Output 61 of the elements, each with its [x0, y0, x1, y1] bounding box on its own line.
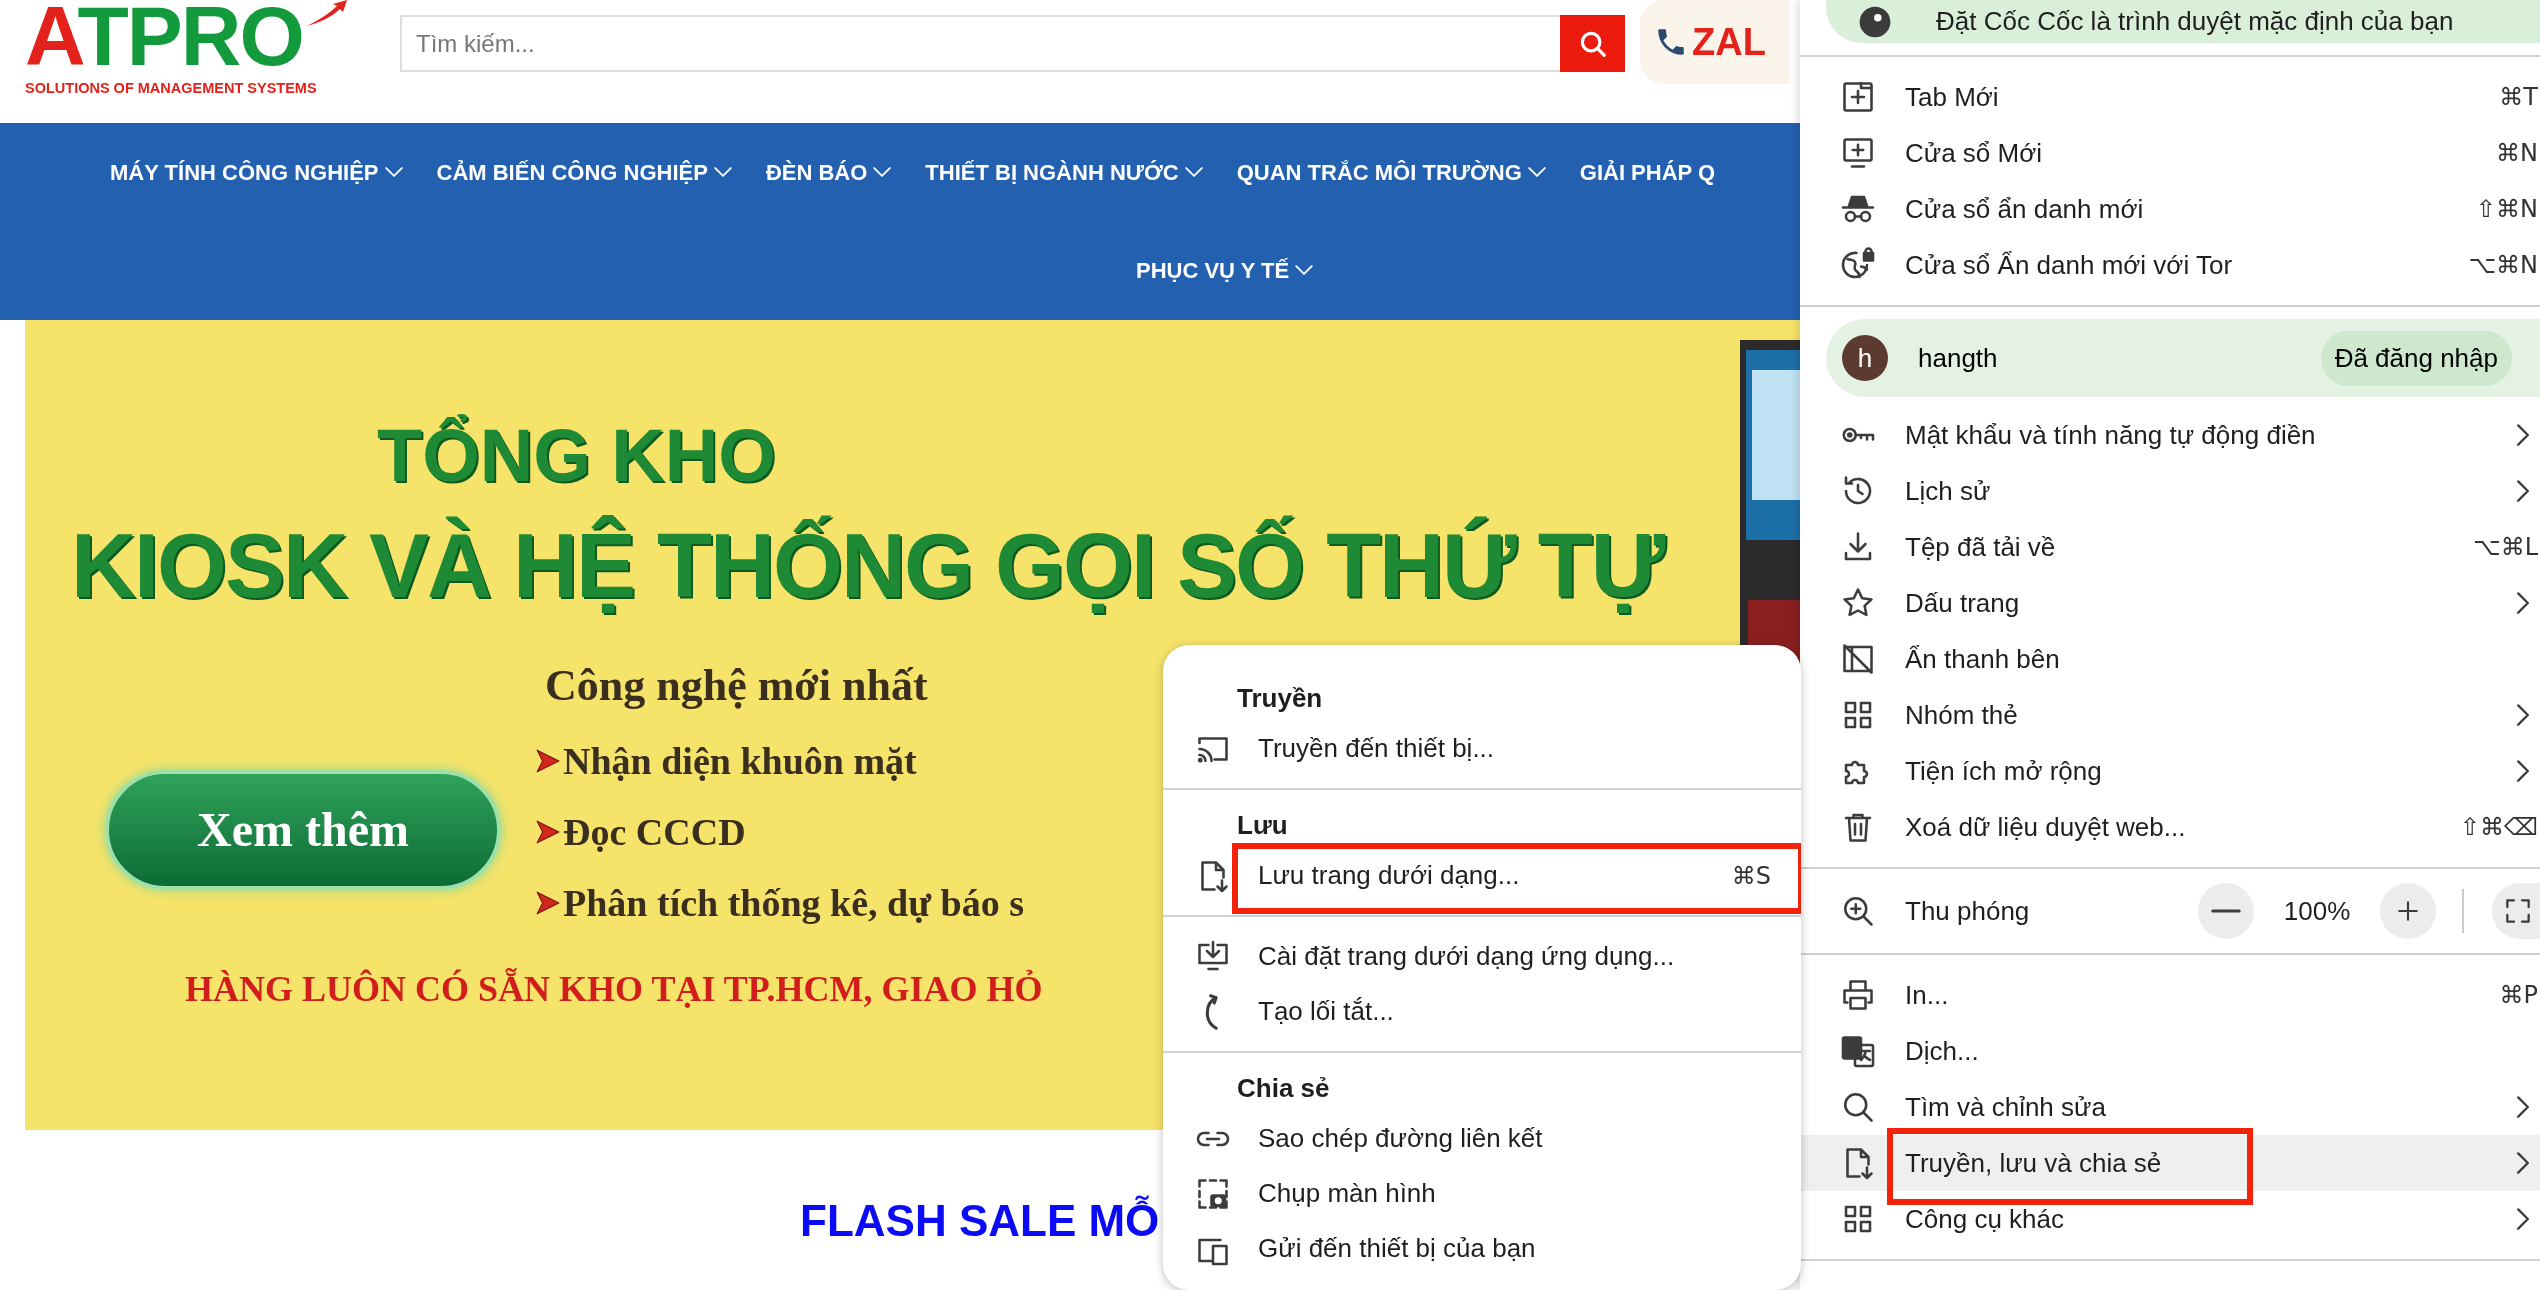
zoom-value: 100% [2282, 894, 2352, 928]
menu-item[interactable]: Sao chép đường liên kết [1163, 1111, 1801, 1166]
nav-link[interactable]: QUAN TRẮC MÔI TRƯỜNG [1236, 155, 1546, 189]
banner-footer-text: HÀNG LUÔN CÓ SẴN KHO TẠI TP.HCM, GIAO HỎ [185, 967, 1043, 1011]
menu-item[interactable]: Tệp đã tải về ⌥⌘L [1800, 519, 2540, 575]
zoom-label: Thu phóng [1905, 894, 2031, 928]
menu-item[interactable]: In... ⌘P [1800, 967, 2540, 1023]
logo-tagline: SOLUTIONS OF MANAGEMENT SYSTEMS [25, 79, 318, 98]
feature-text: Phân tích thống kê, dự báo s [563, 880, 1024, 926]
nav-link[interactable]: GIẢI PHÁP Q [1579, 155, 1716, 189]
avatar: h [1842, 335, 1888, 381]
menu-item[interactable]: Xoá dữ liệu duyệt web... ⇧⌘⌫ [1800, 799, 2540, 855]
default-browser-banner[interactable]: Đặt Cốc Cốc là trình duyệt mặc định của bạn [1826, 0, 2540, 43]
feature-text: Nhận diện khuôn mặt [563, 738, 917, 784]
banner-subtitle: Công nghệ mới nhất [544, 659, 929, 712]
shortcut-text: ⇧⌘⌫ [2459, 812, 2538, 843]
menu-item[interactable]: Cửa sổ Ẩn danh mới với Tor ⌥⌘N [1800, 237, 2540, 293]
section-heading: Lưu [1236, 808, 1289, 842]
menu-item[interactable]: Tìm và chỉnh sửa [1800, 1079, 2540, 1135]
shortcut-text: ⌥⌘N [2468, 250, 2538, 281]
menu-item[interactable]: Tạo lối tắt... [1163, 984, 1801, 1039]
menu-item[interactable]: Cửa sổ ẩn danh mới ⇧⌘N [1800, 181, 2540, 237]
shortcut-text: ⇧⌘N [2475, 194, 2538, 225]
menu-item[interactable]: Dịch... [1800, 1023, 2540, 1079]
shortcut-text: ⌥⌘L [2472, 532, 2538, 563]
menu-item[interactable]: Tab Mới ⌘T [1800, 69, 2540, 125]
shortcut-text: ⌘S [1731, 860, 1771, 892]
menu-item[interactable]: Cửa sổ Mới ⌘N [1800, 125, 2540, 181]
nav-link[interactable]: ĐÈN BÁO [765, 155, 892, 189]
banner-title: TỔNG KHO [377, 413, 777, 499]
shortcut-text: ⌘N [2496, 138, 2538, 169]
nav-link[interactable]: CẢM BIẾN CÔNG NGHIỆP [436, 155, 732, 189]
banner-text: Đặt Cốc Cốc là trình duyệt mặc định của bạn [1936, 5, 2454, 38]
feature-text: Đọc CCCD [563, 809, 746, 855]
hotline-label[interactable]: ZAL [1692, 13, 1766, 71]
logo-wordmark: ATPRO [25, 0, 303, 78]
menu-item[interactable]: Công cụ khác [1800, 1191, 2540, 1247]
signed-in-badge: Đã đăng nhập [2320, 330, 2512, 386]
search-field[interactable]: Tìm kiếm... [400, 15, 1560, 72]
nav-link[interactable]: MÁY TÍNH CÔNG NGHIỆP [110, 155, 403, 189]
banner-headline: KIOSK VÀ HỆ THỐNG GỌI SỐ THỨ TỰ [71, 514, 1667, 619]
section-heading: FLASH SALE MỖ [800, 1196, 1160, 1245]
menu-item[interactable]: Chụp màn hình [1163, 1166, 1801, 1221]
menu-item[interactable]: Ẩn thanh bên [1800, 631, 2540, 687]
shortcut-text: ⌘P [2499, 980, 2538, 1011]
menu-item[interactable]: Mật khẩu và tính năng tự động điền [1800, 407, 2540, 463]
section-heading: Chia sẻ [1236, 1071, 1331, 1105]
menu-item[interactable]: Gửi đến thiết bị của bạn [1163, 1221, 1801, 1276]
menu-item[interactable]: Cài đặt trang dưới dạng ứng dụng... [1163, 929, 1801, 984]
see-more-button[interactable]: Xem thêm [105, 770, 501, 891]
menu-item[interactable]: Nhóm thẻ [1800, 687, 2540, 743]
menu-item[interactable]: Lịch sử [1800, 463, 2540, 519]
section-heading: Truyền [1236, 681, 1324, 715]
menu-item[interactable]: Truyền đến thiết bị... [1163, 721, 1801, 776]
nav-link[interactable]: THIẾT BỊ NGÀNH NƯỚC [925, 155, 1203, 189]
nav-link[interactable]: PHỤC VỤ Y TẾ [1136, 253, 1314, 287]
menu-item[interactable]: Tiện ích mở rộng [1800, 743, 2540, 799]
menu-item[interactable]: Truyền, lưu và chia sẻ [1800, 1135, 2540, 1191]
profile-row[interactable]: h hangth Đã đăng nhập [1826, 319, 2540, 397]
shortcut-text: ⌘T [2499, 82, 2538, 113]
menu-item[interactable]: Dấu trang [1800, 575, 2540, 631]
